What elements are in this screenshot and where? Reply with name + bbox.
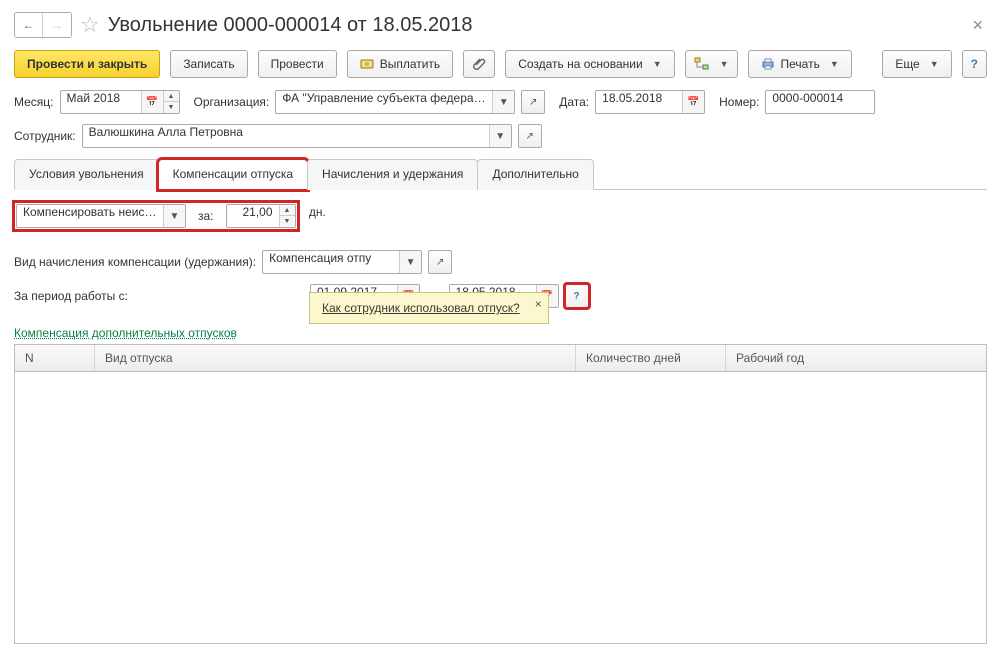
col-year[interactable]: Рабочий год	[726, 345, 986, 371]
comp-kind-label: Вид начисления компенсации (удержания):	[14, 255, 256, 269]
tab-content: Компенсировать неиспол ▼ за: 21,00 ▲▼ дн…	[14, 202, 987, 644]
days-field[interactable]: 21,00 ▲▼	[226, 204, 296, 228]
days-unit: дн.	[309, 205, 326, 219]
create-based-on-button[interactable]: Создать на основании▼	[505, 50, 674, 78]
org-label: Организация:	[194, 95, 270, 109]
nav-buttons: ← →	[14, 12, 72, 38]
money-icon	[360, 57, 374, 71]
tab-accruals-deductions[interactable]: Начисления и удержания	[307, 159, 478, 190]
dropdown-icon[interactable]: ▼	[163, 205, 185, 227]
pay-button[interactable]: Выплатить	[347, 50, 454, 78]
for-label: за:	[198, 209, 214, 223]
help-tooltip: × Как сотрудник использовал отпуск?	[309, 292, 549, 324]
tooltip-close-icon[interactable]: ×	[535, 297, 542, 311]
col-days[interactable]: Количество дней	[576, 345, 726, 371]
employee-label: Сотрудник:	[14, 129, 76, 143]
back-button[interactable]: ←	[15, 13, 43, 37]
org-field[interactable]: ФА "Управление субъекта федераци ▼	[275, 90, 515, 114]
tab-additional[interactable]: Дополнительно	[477, 159, 593, 190]
printer-icon	[761, 57, 775, 71]
employee-field[interactable]: Валюшкина Алла Петровна ▼	[82, 124, 512, 148]
employee-row: Сотрудник: Валюшкина Алла Петровна ▼ ↗	[14, 124, 987, 148]
number-label: Номер:	[719, 95, 759, 109]
attach-button[interactable]	[463, 50, 495, 78]
main-toolbar: Провести и закрыть Записать Провести Вып…	[14, 50, 987, 78]
related-docs-button[interactable]: ▼	[685, 50, 738, 78]
comp-mode-field[interactable]: Компенсировать неиспол ▼	[16, 204, 186, 228]
period-help-button[interactable]: ?	[565, 284, 589, 308]
tab-vacation-compensation[interactable]: Компенсации отпуска	[158, 159, 308, 190]
date-field[interactable]: 18.05.2018 📅	[595, 90, 705, 114]
more-button[interactable]: Еще▼	[882, 50, 951, 78]
month-label: Месяц:	[14, 95, 54, 109]
compensation-mode-row: Компенсировать неиспол ▼ за: 21,00 ▲▼	[14, 202, 298, 230]
chevron-down-icon: ▼	[653, 59, 662, 69]
forward-button[interactable]: →	[43, 13, 71, 37]
paperclip-icon	[472, 57, 486, 71]
page-title: Увольнение 0000-000014 от 18.05.2018	[108, 14, 473, 37]
help-button[interactable]: ?	[962, 50, 987, 78]
doc-tree-icon	[694, 57, 710, 71]
col-kind[interactable]: Вид отпуска	[95, 345, 576, 371]
extra-vacation-grid: N Вид отпуска Количество дней Рабочий го…	[14, 344, 987, 644]
dropdown-icon[interactable]: ▼	[492, 91, 514, 113]
favorite-star-icon[interactable]: ☆	[80, 14, 100, 36]
grid-header: N Вид отпуска Количество дней Рабочий го…	[15, 345, 986, 372]
comp-kind-row: Вид начисления компенсации (удержания): …	[14, 250, 987, 274]
period-label: За период работы с:	[14, 289, 304, 303]
chevron-down-icon: ▼	[830, 59, 839, 69]
date-label: Дата:	[559, 95, 589, 109]
dropdown-icon[interactable]: ▼	[489, 125, 511, 147]
month-field[interactable]: Май 2018 📅 ▲▼	[60, 90, 180, 114]
dropdown-icon[interactable]: ▼	[399, 251, 421, 273]
chevron-down-icon: ▼	[930, 59, 939, 69]
title-bar: ← → ☆ Увольнение 0000-000014 от 18.05.20…	[14, 12, 987, 38]
month-spinner[interactable]: ▲▼	[163, 91, 179, 113]
print-button[interactable]: Печать▼	[748, 50, 852, 78]
write-button[interactable]: Записать	[170, 50, 247, 78]
header-fields-row: Месяц: Май 2018 📅 ▲▼ Организация: ФА "Уп…	[14, 90, 987, 114]
calendar-icon[interactable]: 📅	[682, 91, 704, 113]
tab-dismissal-terms[interactable]: Условия увольнения	[14, 159, 159, 190]
close-icon[interactable]: ×	[968, 15, 987, 36]
col-n[interactable]: N	[15, 345, 95, 371]
tooltip-link[interactable]: Как сотрудник использовал отпуск?	[322, 301, 520, 315]
tabs: Условия увольнения Компенсации отпуска Н…	[14, 158, 987, 190]
open-org-button[interactable]: ↗	[521, 90, 545, 114]
open-employee-button[interactable]: ↗	[518, 124, 542, 148]
comp-kind-field[interactable]: Компенсация отпу ▼	[262, 250, 422, 274]
number-field[interactable]: 0000-000014	[765, 90, 875, 114]
chevron-down-icon: ▼	[720, 59, 729, 69]
calendar-icon[interactable]: 📅	[141, 91, 163, 113]
post-button[interactable]: Провести	[258, 50, 337, 78]
open-comp-kind-button[interactable]: ↗	[428, 250, 452, 274]
days-spinner[interactable]: ▲▼	[279, 205, 295, 227]
post-and-close-button[interactable]: Провести и закрыть	[14, 50, 160, 78]
extra-vacation-link[interactable]: Компенсация дополнительных отпусков	[14, 326, 237, 340]
